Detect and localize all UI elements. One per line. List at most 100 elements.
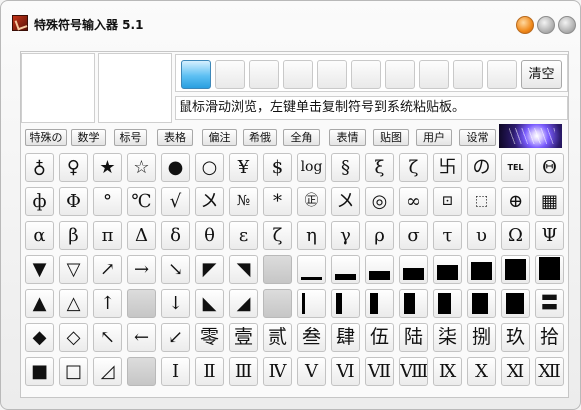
history-slot[interactable] xyxy=(283,60,313,89)
symbol-cell[interactable]: log xyxy=(297,153,326,182)
block-bar-cell[interactable] xyxy=(297,289,326,318)
tab-settings[interactable]: 设常 xyxy=(459,129,496,146)
block-bar-cell[interactable] xyxy=(467,255,496,284)
tab-user[interactable]: 用户 xyxy=(416,129,452,146)
symbol-cell[interactable]: ◇ xyxy=(59,323,88,352)
history-slot[interactable] xyxy=(249,60,279,89)
symbol-cell[interactable]: ф xyxy=(25,187,54,216)
symbol-cell[interactable]: の xyxy=(467,153,496,182)
symbol-cell[interactable]: ◆ xyxy=(25,323,54,352)
symbol-cell[interactable]: ★ xyxy=(93,153,122,182)
minimize-button[interactable] xyxy=(516,16,534,34)
symbol-cell[interactable]: ζ xyxy=(263,221,292,250)
tab-math[interactable]: 数学 xyxy=(71,129,106,146)
block-bar-cell[interactable] xyxy=(331,255,360,284)
block-bar-cell[interactable] xyxy=(501,255,530,284)
symbol-cell[interactable]: ◢ xyxy=(229,289,258,318)
symbol-cell[interactable]: 零 xyxy=(195,323,224,352)
history-slot[interactable] xyxy=(419,60,449,89)
title-bar[interactable]: 特殊符号输入器 5.1 xyxy=(1,1,580,45)
symbol-cell[interactable]: ξ xyxy=(365,153,394,182)
symbol-cell[interactable]: 拾 xyxy=(535,323,564,352)
symbol-cell[interactable]: 肆 xyxy=(331,323,360,352)
symbol-cell[interactable]: Δ xyxy=(127,221,156,250)
symbol-cell[interactable]: 陆 xyxy=(399,323,428,352)
symbol-cell[interactable]: ○ xyxy=(195,153,224,182)
symbol-cell[interactable]: √ xyxy=(161,187,190,216)
symbol-cell[interactable]: γ xyxy=(331,221,360,250)
symbol-cell[interactable]: Ⅲ xyxy=(229,357,258,386)
symbol-cell[interactable]: ↖ xyxy=(93,323,122,352)
symbol-cell[interactable]: ▽ xyxy=(59,255,88,284)
symbol-cell[interactable]: 玖 xyxy=(501,323,530,352)
symbol-cell[interactable]: ▼ xyxy=(25,255,54,284)
symbol-cell[interactable]: Ⅴ xyxy=(297,357,326,386)
symbol-cell[interactable]: ▦ xyxy=(535,187,564,216)
symbol-cell[interactable]: ∞ xyxy=(399,187,428,216)
history-slot[interactable] xyxy=(385,60,415,89)
symbol-cell[interactable]: * xyxy=(263,187,292,216)
symbol-cell[interactable]: 卐 xyxy=(433,153,462,182)
symbol-cell[interactable]: ☆ xyxy=(127,153,156,182)
symbol-cell[interactable]: 伍 xyxy=(365,323,394,352)
block-bar-cell[interactable] xyxy=(399,289,428,318)
symbol-cell[interactable]: 〤 xyxy=(195,187,224,216)
tab-stickers[interactable]: 贴图 xyxy=(373,129,409,146)
history-slot[interactable] xyxy=(453,60,483,89)
symbol-cell[interactable]: → xyxy=(127,255,156,284)
symbol-cell[interactable]: ♀ xyxy=(59,153,88,182)
tab-special[interactable]: 特殊の xyxy=(25,129,67,146)
symbol-cell[interactable]: β xyxy=(59,221,88,250)
symbol-cell[interactable]: θ xyxy=(195,221,224,250)
history-slot[interactable] xyxy=(317,60,347,89)
block-bar-cell[interactable] xyxy=(433,289,462,318)
symbol-cell[interactable]: ◿ xyxy=(93,357,122,386)
symbol-cell[interactable]: ◎ xyxy=(365,187,394,216)
history-slot[interactable] xyxy=(351,60,381,89)
block-bar-cell[interactable] xyxy=(501,289,530,318)
symbol-cell[interactable]: ◣ xyxy=(195,289,224,318)
symbol-cell[interactable]: σ xyxy=(399,221,428,250)
symbol-cell[interactable]: Ⅵ xyxy=(331,357,360,386)
symbol-cell[interactable]: ▲ xyxy=(25,289,54,318)
maximize-button[interactable] xyxy=(537,16,555,34)
tab-emoticons[interactable]: 表情 xyxy=(329,129,366,146)
symbol-cell[interactable]: ↗ xyxy=(93,255,122,284)
symbol-cell[interactable]: δ xyxy=(161,221,190,250)
symbol-cell[interactable]: 捌 xyxy=(467,323,496,352)
symbol-cell[interactable]: ↙ xyxy=(161,323,190,352)
symbol-cell[interactable]: υ xyxy=(467,221,496,250)
block-bar-cell[interactable] xyxy=(365,289,394,318)
symbol-cell[interactable]: № xyxy=(229,187,258,216)
symbol-cell[interactable]: ㊣ xyxy=(297,187,326,216)
symbol-cell[interactable]: 贰 xyxy=(263,323,292,352)
symbol-cell[interactable]: 〤 xyxy=(331,187,360,216)
symbol-cell[interactable]: $ xyxy=(263,153,292,182)
symbol-cell[interactable]: η xyxy=(297,221,326,250)
block-bar-cell[interactable] xyxy=(399,255,428,284)
history-slot[interactable] xyxy=(181,60,211,89)
symbol-cell[interactable]: ⊡ xyxy=(433,187,462,216)
symbol-cell[interactable]: □ xyxy=(59,357,88,386)
symbol-cell[interactable]: Ⅺ xyxy=(501,357,530,386)
symbol-cell[interactable]: 柒 xyxy=(433,323,462,352)
symbol-cell[interactable]: ◤ xyxy=(195,255,224,284)
clear-button[interactable]: 清空 xyxy=(521,60,562,89)
symbol-cell[interactable]: ε xyxy=(229,221,258,250)
symbol-cell[interactable]: 叁 xyxy=(297,323,326,352)
block-bar-cell[interactable] xyxy=(365,255,394,284)
tab-fullwidth[interactable]: 全角 xyxy=(283,129,320,146)
tab-greek-russian[interactable]: 希俄 xyxy=(243,129,277,146)
symbol-cell[interactable]: Ⅱ xyxy=(195,357,224,386)
symbol-cell[interactable]: TEL xyxy=(501,153,530,182)
symbol-cell[interactable]: ⬚ xyxy=(467,187,496,216)
symbol-cell[interactable]: △ xyxy=(59,289,88,318)
block-bar-cell[interactable] xyxy=(467,289,496,318)
symbol-cell[interactable]: Ⅻ xyxy=(535,357,564,386)
symbol-cell[interactable]: Ⅷ xyxy=(399,357,428,386)
symbol-cell[interactable]: ⊕ xyxy=(501,187,530,216)
symbol-cell[interactable]: Ⅰ xyxy=(161,357,190,386)
close-button[interactable] xyxy=(558,16,576,34)
symbol-cell[interactable]: Θ xyxy=(535,153,564,182)
symbol-cell[interactable]: ζ xyxy=(399,153,428,182)
